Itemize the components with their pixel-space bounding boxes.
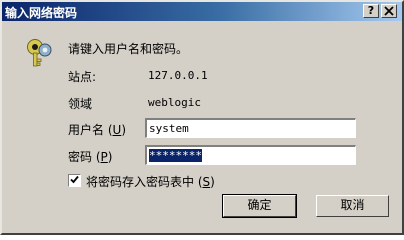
username-field[interactable]: system [145,118,356,138]
realm-label: 领域 [68,97,93,111]
password-value: ******** [149,149,202,162]
username-accel: U [112,123,122,137]
save-password-label[interactable]: 将密码存入密码表中 (S) [86,173,215,190]
checkmark-icon [70,175,79,184]
cancel-button[interactable]: 取消 [316,195,389,217]
save-password-checkbox[interactable] [68,174,81,187]
save-password-accel: S [202,175,211,189]
username-value: system [149,122,189,135]
key-icon [27,39,52,67]
help-button[interactable]: ? [363,4,379,18]
close-button[interactable] [381,4,397,18]
title-bar[interactable]: 输入网络密码 ? [2,2,402,21]
realm-value: weblogic [148,96,201,109]
password-field[interactable]: ******** [145,145,356,165]
password-accel: P [100,150,108,164]
site-value: 127.0.0.1 [148,69,208,82]
close-icon [384,6,394,16]
dialog-title: 输入网络密码 [5,6,78,20]
site-label: 站点: [68,70,97,84]
prompt-text: 请键入用户名和密码。 [68,42,189,56]
password-label: 密码 (P) [68,150,113,164]
password-dialog: 输入网络密码 ? 请键入用户名和密码。 站点: 127.0.0.1 领域 web… [0,0,404,235]
ok-button[interactable]: 确定 [222,194,297,218]
username-label: 用户名 (U) [68,123,126,137]
